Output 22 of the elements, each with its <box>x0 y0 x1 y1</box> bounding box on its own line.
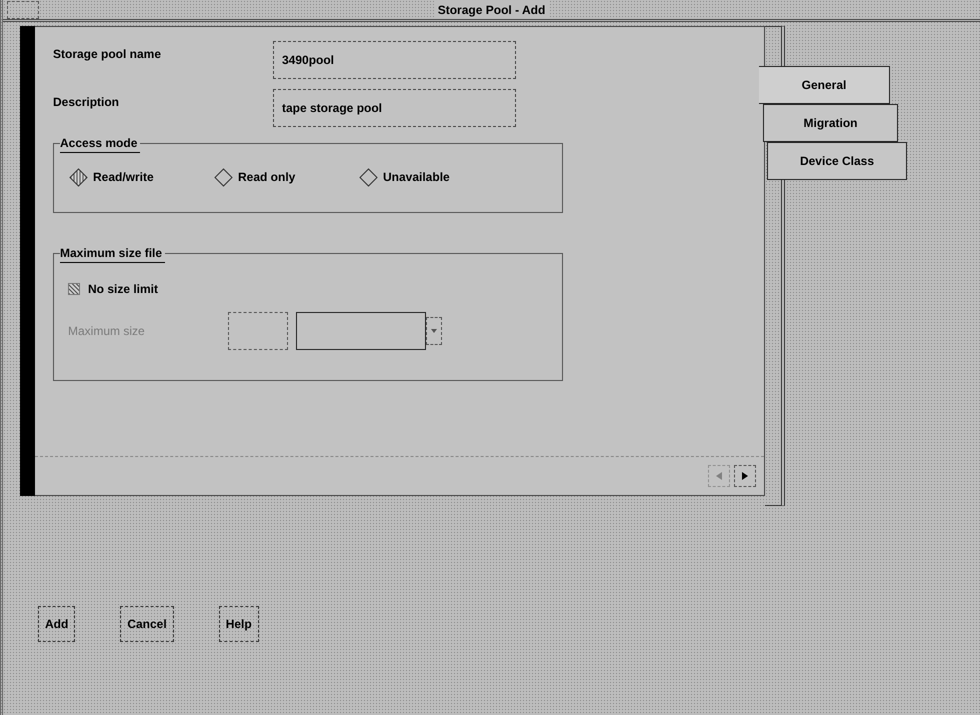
radio-label: Unavailable <box>383 169 450 186</box>
tab[interactable]: Device Class <box>767 142 907 180</box>
left-arrow-icon <box>714 471 724 481</box>
dialog-button[interactable]: Help <box>218 606 259 642</box>
radio-button[interactable] <box>359 168 378 186</box>
checkbox-label: No size limit <box>88 281 158 298</box>
maximum-size-label: Maximum size <box>68 323 146 340</box>
tab[interactable]: Migration <box>763 104 898 142</box>
system-menu-icon[interactable] <box>7 0 39 18</box>
tab[interactable]: General <box>759 66 890 104</box>
next-page-button[interactable] <box>734 465 756 487</box>
field-label: Storage pool name <box>53 46 162 63</box>
field-label: Description <box>53 94 120 111</box>
radio-button[interactable] <box>214 168 233 186</box>
text-field[interactable]: tape storage pool <box>273 89 516 127</box>
right-arrow-icon <box>740 471 750 481</box>
text-field[interactable]: 3490pool <box>273 41 516 79</box>
dialog-button[interactable]: Cancel <box>120 606 174 642</box>
radio-label: Read only <box>238 169 296 186</box>
dialog-button[interactable]: Add <box>38 606 76 642</box>
window-title: Storage Pool - Add <box>434 0 550 18</box>
radio-label: Read/write <box>93 169 154 186</box>
